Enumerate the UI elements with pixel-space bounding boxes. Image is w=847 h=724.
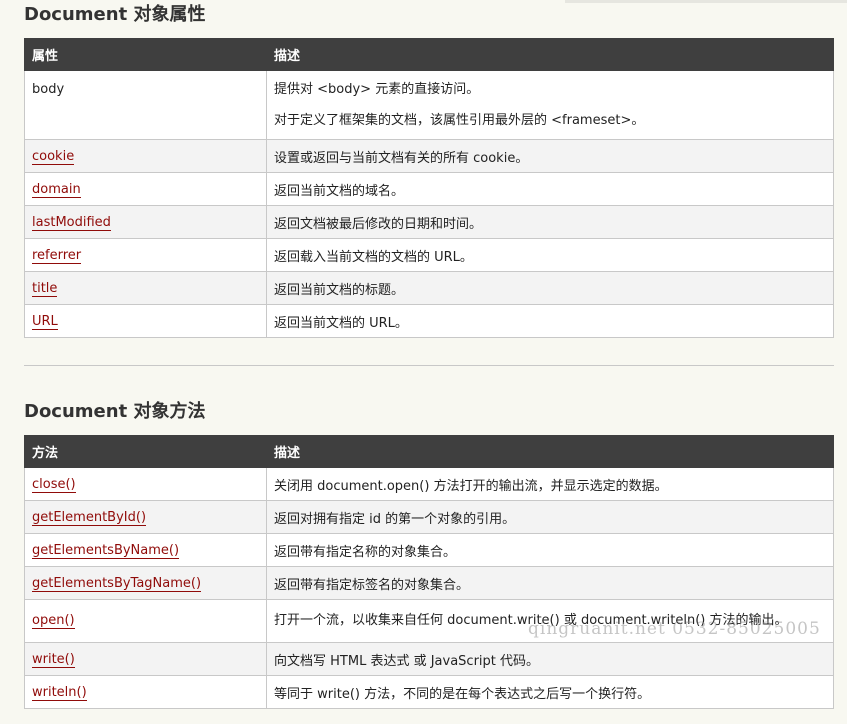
description-line: 提供对 <body> 元素的直接访问。 <box>274 82 480 97</box>
method-description: 返回对拥有指定 id 的第一个对象的引用。 <box>266 500 834 534</box>
property-name: body <box>24 70 267 140</box>
properties-table: 属性 描述 body 提供对 <body> 元素的直接访问。 对于定义了框架集的… <box>24 38 834 338</box>
section-divider <box>24 365 834 366</box>
property-name-cell: lastModified <box>24 205 267 239</box>
table-header-row: 属性 描述 <box>24 38 834 71</box>
table-row: close() 关闭用 document.open() 方法打开的输出流，并显示… <box>24 467 834 501</box>
property-link-url[interactable]: URL <box>32 313 58 330</box>
property-link-domain[interactable]: domain <box>32 181 81 198</box>
property-name-cell: title <box>24 271 267 305</box>
property-description: 返回当前文档的标题。 <box>266 271 834 305</box>
property-description: 返回当前文档的 URL。 <box>266 304 834 338</box>
table-row: open() 打开一个流，以收集来自任何 document.write() 或 … <box>24 599 834 643</box>
property-name-cell: referrer <box>24 238 267 272</box>
property-link-title[interactable]: title <box>32 280 58 297</box>
method-name-cell: write() <box>24 642 267 676</box>
table-row: body 提供对 <body> 元素的直接访问。 对于定义了框架集的文档，该属性… <box>24 70 834 140</box>
method-description: 关闭用 document.open() 方法打开的输出流，并显示选定的数据。 <box>266 467 834 501</box>
column-header-method: 方法 <box>24 435 267 468</box>
method-name-cell: writeln() <box>24 675 267 709</box>
table-row: referrer 返回载入当前文档的文档的 URL。 <box>24 238 834 272</box>
description-line: 对于定义了框架集的文档，该属性引用最外层的 <frameset>。 <box>274 113 645 128</box>
method-link-open[interactable]: open() <box>32 613 75 629</box>
property-description: 返回文档被最后修改的日期和时间。 <box>266 205 834 239</box>
column-header-description: 描述 <box>266 435 834 468</box>
column-header-property: 属性 <box>24 38 267 71</box>
property-link-lastmodified[interactable]: lastModified <box>32 214 111 231</box>
property-description: 设置或返回与当前文档有关的所有 cookie。 <box>266 139 834 173</box>
method-name-cell: open() <box>24 599 267 643</box>
property-description: 返回当前文档的域名。 <box>266 172 834 206</box>
property-link-referrer[interactable]: referrer <box>32 247 82 264</box>
table-header-row: 方法 描述 <box>24 435 834 468</box>
property-name-cell: domain <box>24 172 267 206</box>
method-link-close[interactable]: close() <box>32 476 76 493</box>
method-description: 打开一个流，以收集来自任何 document.write() 或 documen… <box>266 599 834 643</box>
column-header-description: 描述 <box>266 38 834 71</box>
method-name-cell: getElementsByTagName() <box>24 566 267 600</box>
methods-table: 方法 描述 close() 关闭用 document.open() 方法打开的输… <box>24 435 834 709</box>
table-row: cookie 设置或返回与当前文档有关的所有 cookie。 <box>24 139 834 173</box>
method-link-getelementsbyname[interactable]: getElementsByName() <box>32 542 180 559</box>
table-row: lastModified 返回文档被最后修改的日期和时间。 <box>24 205 834 239</box>
method-link-getelementbyid[interactable]: getElementById() <box>32 509 147 526</box>
method-description: 向文档写 HTML 表达式 或 JavaScript 代码。 <box>266 642 834 676</box>
method-description: 返回带有指定标签名的对象集合。 <box>266 566 834 600</box>
table-row: write() 向文档写 HTML 表达式 或 JavaScript 代码。 <box>24 642 834 676</box>
property-name-cell: URL <box>24 304 267 338</box>
table-row: domain 返回当前文档的域名。 <box>24 172 834 206</box>
top-strip <box>565 0 847 3</box>
method-description: 返回带有指定名称的对象集合。 <box>266 533 834 567</box>
table-row: getElementById() 返回对拥有指定 id 的第一个对象的引用。 <box>24 500 834 534</box>
properties-heading: Document 对象属性 <box>24 4 206 25</box>
method-name-cell: getElementById() <box>24 500 267 534</box>
method-link-writeln[interactable]: writeln() <box>32 684 87 701</box>
methods-heading: Document 对象方法 <box>24 401 206 422</box>
table-row: writeln() 等同于 write() 方法，不同的是在每个表达式之后写一个… <box>24 675 834 709</box>
property-link-cookie[interactable]: cookie <box>32 148 75 165</box>
table-row: title 返回当前文档的标题。 <box>24 271 834 305</box>
property-name-cell: cookie <box>24 139 267 173</box>
method-link-getelementsbytagname[interactable]: getElementsByTagName() <box>32 575 202 592</box>
method-name-cell: getElementsByName() <box>24 533 267 567</box>
method-description: 等同于 write() 方法，不同的是在每个表达式之后写一个换行符。 <box>266 675 834 709</box>
method-link-write[interactable]: write() <box>32 651 75 668</box>
property-description: 返回载入当前文档的文档的 URL。 <box>266 238 834 272</box>
table-row: getElementsByName() 返回带有指定名称的对象集合。 <box>24 533 834 567</box>
property-description: 提供对 <body> 元素的直接访问。 对于定义了框架集的文档，该属性引用最外层… <box>266 70 834 140</box>
table-row: getElementsByTagName() 返回带有指定标签名的对象集合。 <box>24 566 834 600</box>
method-name-cell: close() <box>24 467 267 501</box>
table-row: URL 返回当前文档的 URL。 <box>24 304 834 338</box>
